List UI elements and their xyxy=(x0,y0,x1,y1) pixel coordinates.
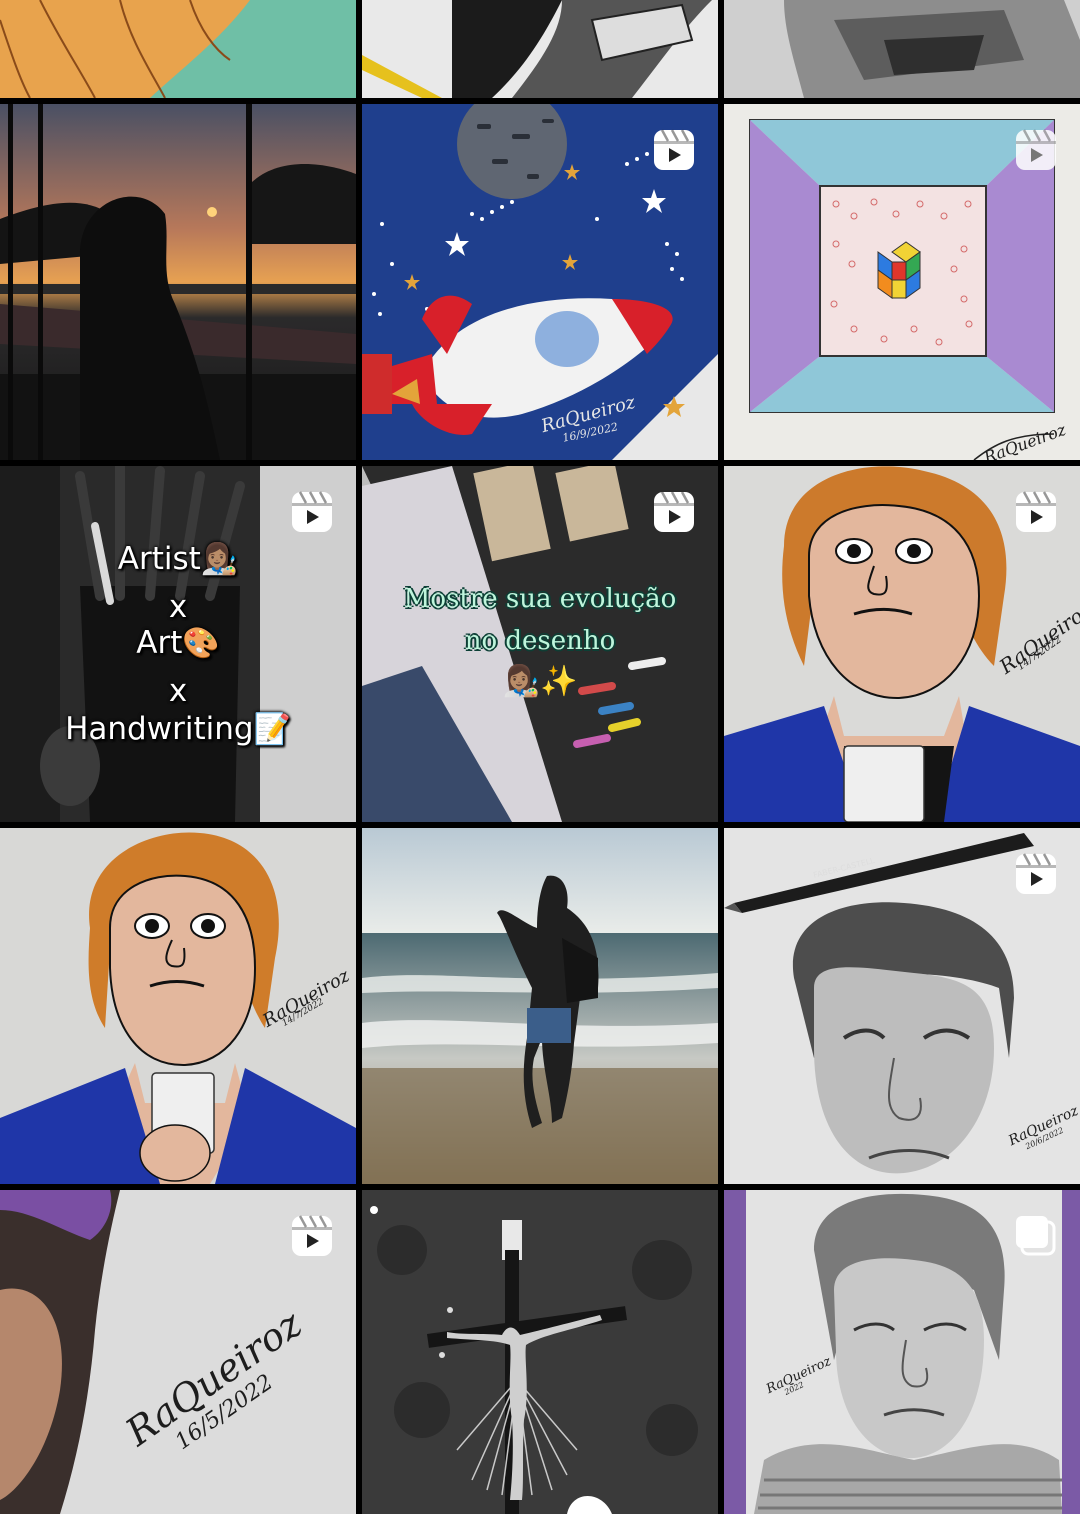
artist-emoji-icon: 👩🏽‍🎨 xyxy=(200,542,239,577)
post-5-2[interactable] xyxy=(362,1190,718,1514)
post-5-3[interactable]: RaQueiroz 2022 xyxy=(724,1190,1080,1514)
sunflower-drawing-thumbnail xyxy=(0,0,356,98)
reels-icon xyxy=(290,490,334,534)
overlay-x-1: x xyxy=(168,589,188,625)
artist-sparkles-emoji-icon: 👩🏽‍🎨✨ xyxy=(502,664,578,699)
post-4-3[interactable]: FABER-CASTELL RaQueiroz 20/6/2022 xyxy=(724,828,1080,1184)
palette-emoji-icon: 🎨 xyxy=(182,626,220,661)
post-3-3[interactable]: RaQueiroz 14/7/2022 xyxy=(724,466,1080,822)
beach-photo xyxy=(362,828,718,1184)
pencil-armor-drawing-thumbnail xyxy=(724,0,1080,98)
overlay-line-1: Mostre sua evolução xyxy=(403,584,677,614)
sunset-silhouette-photo xyxy=(0,104,356,460)
carousel-icon xyxy=(1014,1214,1058,1258)
overlay-line-1: Artist👩🏽‍🎨 xyxy=(117,541,239,577)
overlay-x-2: x xyxy=(168,673,188,709)
overlay-line-3: Handwriting📝 xyxy=(65,711,291,747)
post-1-3[interactable] xyxy=(724,0,1080,98)
memo-emoji-icon: 📝 xyxy=(253,712,291,747)
post-2-3[interactable]: RaQueiroz xyxy=(724,104,1080,460)
overlay-line-2: Art🎨 xyxy=(136,625,220,661)
post-2-2[interactable]: RaQueiroz 16/9/2022 xyxy=(362,104,718,460)
reels-icon xyxy=(1014,490,1058,534)
post-3-2[interactable]: Mostre sua evolução no desenho 👩🏽‍🎨✨ xyxy=(362,466,718,822)
crucifix-photo xyxy=(362,1190,718,1514)
overlay-line-2: no desenho xyxy=(464,626,616,656)
reels-icon xyxy=(1014,128,1058,172)
post-2-1[interactable] xyxy=(0,104,356,460)
post-3-1[interactable]: Artist👩🏽‍🎨 x Art🎨 x Handwriting📝 xyxy=(0,466,356,822)
post-1-1[interactable] xyxy=(0,0,356,98)
ink-sketch-thumbnail xyxy=(362,0,718,98)
reels-icon xyxy=(652,490,696,534)
post-4-1[interactable]: RaQueiroz 14/7/2022 xyxy=(0,828,356,1184)
reels-icon xyxy=(1014,852,1058,896)
post-1-2[interactable] xyxy=(362,0,718,98)
reels-icon xyxy=(652,128,696,172)
reels-icon xyxy=(290,1214,334,1258)
post-4-2[interactable] xyxy=(362,828,718,1184)
post-5-1[interactable]: RaQueiroz 16/5/2022 xyxy=(0,1190,356,1514)
